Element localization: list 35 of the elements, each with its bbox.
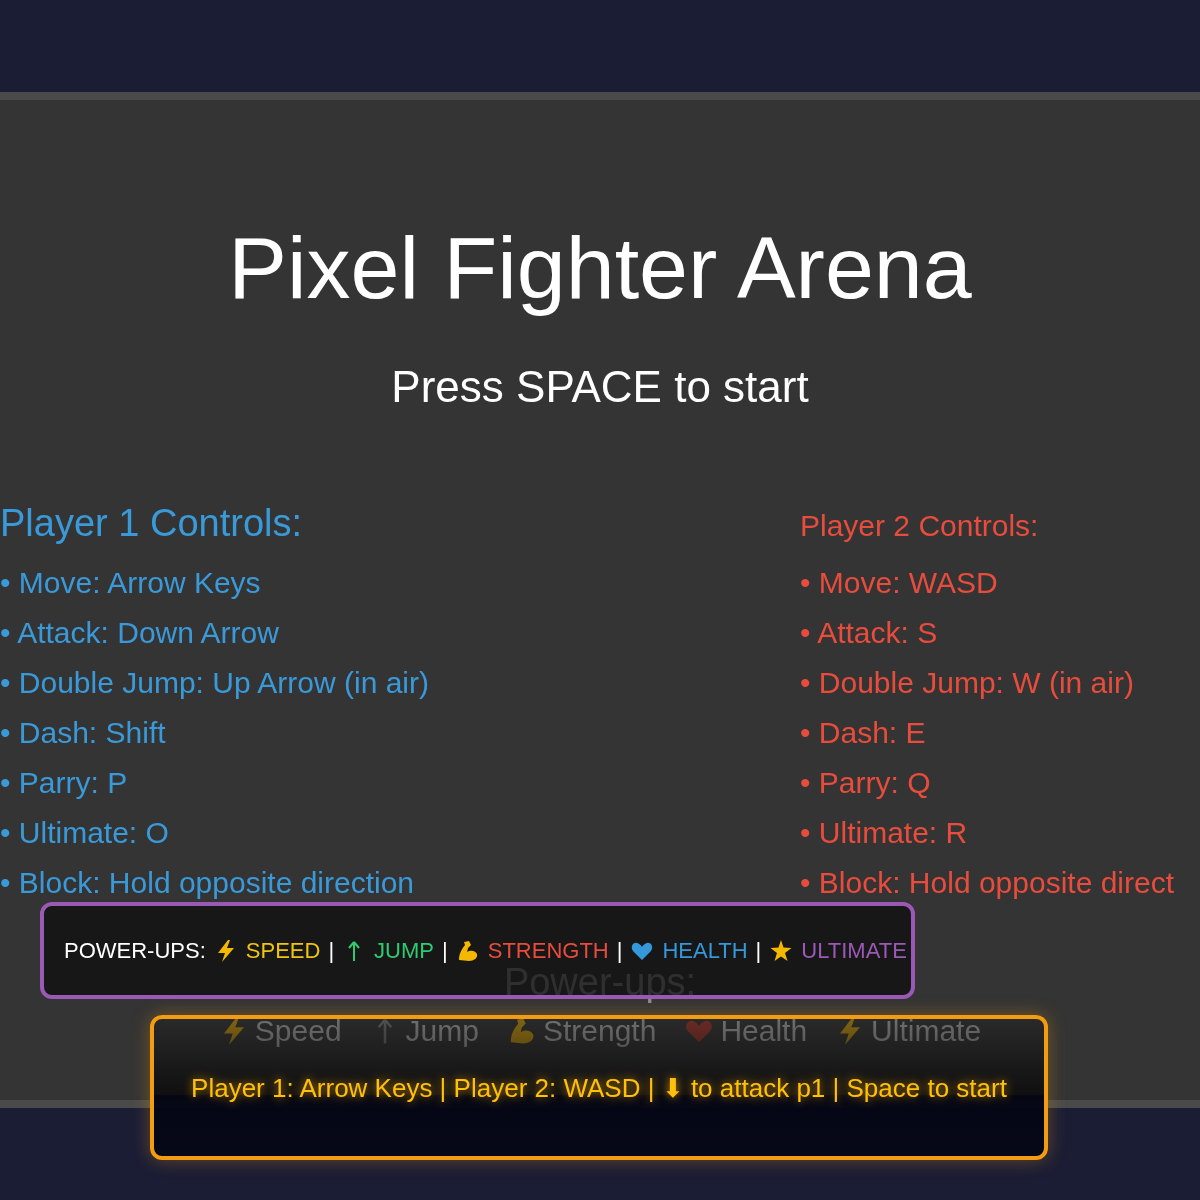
power-ups-label: POWER-UPS: <box>64 939 206 962</box>
controls-hint: Player 1: Arrow Keys | Player 2: WASD | ⬇ to attack p1 | Space to start <box>190 1072 1008 1105</box>
control-item: • Attack: Down Arrow <box>0 615 280 651</box>
separator: | <box>755 939 762 962</box>
controls-heading: Player 1 Controls: <box>0 501 303 546</box>
control-item: • Ultimate: R <box>800 815 969 851</box>
control-item: • Dash: Shift <box>0 715 167 751</box>
control-item: • Double Jump: W (in air) <box>800 665 1135 701</box>
control-item: • Double Jump: Up Arrow (in air) <box>0 665 430 701</box>
control-item: • Dash: E <box>800 715 927 751</box>
control-item: • Block: Hold opposite direct <box>800 865 1176 901</box>
game-title: Pixel Fighter Arena <box>227 217 973 319</box>
control-item: • Attack: S <box>800 615 939 651</box>
legend-label: Health <box>720 1013 808 1049</box>
control-item: • Ultimate: O <box>0 815 170 851</box>
separator: | <box>442 939 448 962</box>
legend-label: Strength <box>542 1013 657 1049</box>
power-up-label: HEALTH <box>662 939 748 962</box>
power-up-label: JUMP <box>374 939 434 962</box>
control-item: • Parry: Q <box>800 765 932 801</box>
control-item: • Block: Hold opposite direction <box>0 865 416 901</box>
legend-label: Jump <box>405 1013 479 1049</box>
control-item: • Move: Arrow Keys <box>0 565 262 601</box>
power-up-label: SPEED <box>245 939 321 962</box>
controls-heading: Player 2 Controls: <box>800 508 1040 544</box>
power-up-label: STRENGTH <box>487 939 609 962</box>
separator: | <box>328 939 335 962</box>
power-up-label: ULTIMATE <box>801 939 907 962</box>
control-item: • Parry: P <box>0 765 129 801</box>
star-icon <box>769 938 794 963</box>
start-prompt: Press SPACE to start <box>390 361 810 413</box>
legend-label: Speed <box>254 1013 342 1049</box>
control-item: • Move: WASD <box>800 565 999 601</box>
separator: | <box>616 939 623 962</box>
legend-label: Ultimate <box>871 1013 982 1049</box>
